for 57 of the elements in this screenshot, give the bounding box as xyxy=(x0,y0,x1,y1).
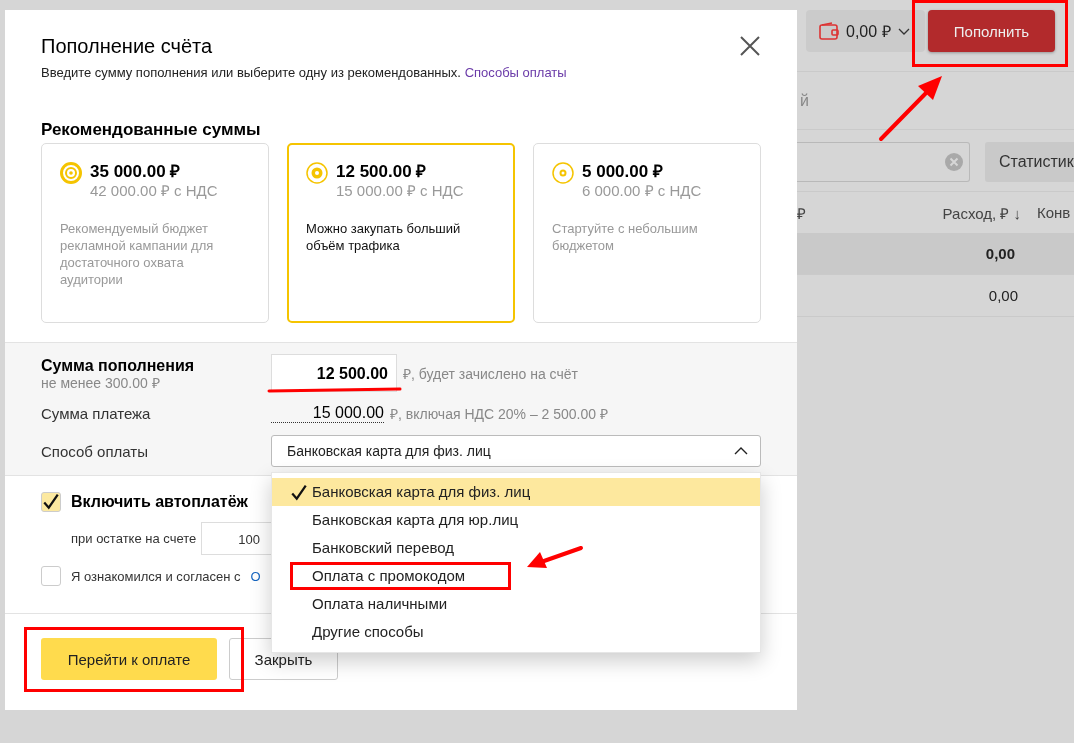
payment-suffix: ₽, включая НДС 20% – 2 500.00 ₽ xyxy=(390,404,608,423)
table-cell-text: 0,00 xyxy=(987,287,1019,304)
menu-option[interactable]: Оплата с промокодом xyxy=(272,562,760,590)
arrow-drawing xyxy=(526,545,584,569)
amount-suffix: ₽, будет зачислено на счёт xyxy=(403,364,578,383)
amount-input[interactable]: 12 500.00 xyxy=(271,354,397,392)
card-amount: 35 000.00 ₽ xyxy=(90,162,182,182)
card-amount: 12 500.00 ₽ xyxy=(336,162,428,182)
payment-methods-link[interactable]: Способы оплаты xyxy=(464,65,567,80)
target-icon xyxy=(60,162,82,184)
pay-button[interactable]: Перейти к оплате xyxy=(41,638,217,680)
card-vat-amount: 15 000.00 ₽ с НДС xyxy=(336,182,464,200)
chevron-icon xyxy=(734,447,748,455)
offer-link[interactable]: О xyxy=(250,568,261,584)
clear-icon[interactable] xyxy=(945,153,963,171)
column-header[interactable]: ₽ xyxy=(797,202,907,223)
target-icon xyxy=(552,162,574,184)
menu-option[interactable]: Банковская карта для физ. лиц xyxy=(272,478,760,506)
agreement-checkbox[interactable] xyxy=(41,566,61,586)
top-up-button[interactable]: Пополнить xyxy=(928,10,1055,52)
card-amount: 5 000.00 ₽ xyxy=(582,162,664,182)
amount-card[interactable]: 35 000.00 ₽ 42 000.00 ₽ с НДС Рекомендуемый бюджет рекламной кампании для достаточного охвата аудитории xyxy=(41,143,269,323)
table-cell-text: 0,00 xyxy=(984,245,1016,262)
statistics-button[interactable]: Статистик xyxy=(985,142,1074,182)
column-header[interactable]: Конв xyxy=(1025,204,1074,221)
close-button[interactable] xyxy=(739,35,761,57)
column-header[interactable]: Расход, ₽ ↓ xyxy=(907,202,1025,223)
dialog-subtitle: Введите сумму пополнения или выберите одну из рекомендованных. Способы оплаты xyxy=(41,64,567,82)
method-select[interactable]: Банковская карта для физ. лиц xyxy=(271,435,761,467)
threshold-label: при остатке на счете xyxy=(71,531,197,546)
dialog-title: Пополнение счёта xyxy=(41,34,214,58)
card-vat-amount: 6 000.00 ₽ с НДС xyxy=(582,182,702,200)
arrow-drawing xyxy=(878,74,944,142)
payment-label: Сумма платежа xyxy=(41,404,152,422)
search-field[interactable] xyxy=(797,142,970,182)
card-description: Стартуйте с небольшим бюджетом xyxy=(552,220,699,254)
balance-amount: 0,00 ₽ xyxy=(846,22,891,42)
chevron-icon xyxy=(897,27,910,35)
section-title: Рекомендованные суммы xyxy=(41,120,262,140)
method-label: Способ оплаты xyxy=(41,442,149,460)
card-description: Можно закупать больший объём трафика xyxy=(306,220,462,254)
balance-button[interactable]: 0,00 ₽ xyxy=(806,10,925,52)
wallet-icon xyxy=(819,22,839,40)
amount-card[interactable]: 5 000.00 ₽ 6 000.00 ₽ с НДС Стартуйте с небольшим бюджетом xyxy=(533,143,761,323)
card-vat-amount: 42 000.00 ₽ с НДС xyxy=(90,182,218,200)
amount-hint: не менее 300.00 ₽ xyxy=(41,374,161,391)
autopay-label: Включить автоплатёж xyxy=(71,493,248,511)
payment-amount[interactable]: 15 000.00 xyxy=(271,403,384,423)
menu-option[interactable]: Оплата наличными xyxy=(272,590,760,618)
card-description: Рекомендуемый бюджет рекламной кампании для достаточного охвата аудитории xyxy=(60,220,215,288)
autopay-checkbox[interactable] xyxy=(41,492,61,512)
target-icon xyxy=(306,162,328,184)
amount-label: Сумма пополнения xyxy=(41,355,196,375)
amount-card[interactable]: 12 500.00 ₽ 15 000.00 ₽ с НДС Можно закупать больший объём трафика xyxy=(287,143,515,323)
agreement-text: Я ознакомился и согласен с xyxy=(71,568,241,584)
check-icon xyxy=(42,493,60,511)
check-icon xyxy=(290,484,308,502)
